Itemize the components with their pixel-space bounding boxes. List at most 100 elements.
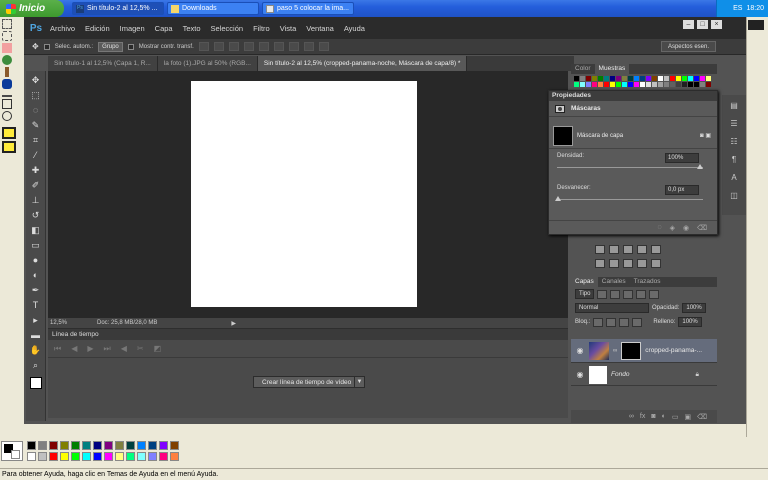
- brush-tool-icon[interactable]: ✐: [30, 179, 42, 191]
- swatch[interactable]: [622, 76, 627, 81]
- dodge-tool-icon[interactable]: ◐: [30, 269, 42, 281]
- menu-edicion[interactable]: Edición: [85, 24, 110, 33]
- pixel-mask-icon[interactable]: ◙ ▣: [700, 132, 711, 139]
- close-icon[interactable]: ×: [711, 20, 722, 29]
- split-icon[interactable]: ✂: [137, 344, 144, 353]
- highlight-icon[interactable]: [2, 127, 16, 139]
- swatch[interactable]: [688, 82, 693, 87]
- menu-ventana[interactable]: Ventana: [306, 24, 334, 33]
- eyedropper-tool-icon[interactable]: ⁄: [30, 149, 42, 161]
- blur-tool-icon[interactable]: ●: [30, 254, 42, 266]
- opacity-input[interactable]: 100%: [682, 303, 706, 313]
- swatch[interactable]: [628, 76, 633, 81]
- layer-item-cropped[interactable]: ◉ ∞ cropped-panama-...: [571, 339, 717, 363]
- apply-mask-icon[interactable]: ◈: [670, 224, 675, 232]
- align-bottom-icon[interactable]: [228, 42, 239, 51]
- status-arrow-icon[interactable]: ▶: [231, 320, 236, 327]
- fill-input[interactable]: 100%: [678, 317, 702, 327]
- palette-color-cell[interactable]: [159, 441, 168, 450]
- swatch[interactable]: [646, 76, 651, 81]
- paint-vertical-scrollbar[interactable]: [746, 17, 768, 437]
- delete-layer-icon[interactable]: ⌫: [697, 413, 707, 421]
- rectangle-icon[interactable]: [2, 99, 12, 109]
- type-filter-icon[interactable]: [623, 289, 634, 299]
- play-icon[interactable]: ▶: [87, 344, 93, 353]
- pencil-icon[interactable]: [5, 67, 9, 77]
- new-layer-icon[interactable]: ▣: [684, 413, 691, 421]
- swatch[interactable]: [664, 76, 669, 81]
- swatch[interactable]: [640, 82, 645, 87]
- taskbar-button-paint[interactable]: paso 5 colocar la ima...: [262, 2, 354, 15]
- next-frame-icon[interactable]: ⏭: [104, 344, 111, 354]
- feather-slider[interactable]: [557, 199, 703, 200]
- color-balance-icon[interactable]: [609, 259, 619, 268]
- palette-color-cell[interactable]: [82, 441, 91, 450]
- background-color[interactable]: [11, 450, 20, 459]
- create-video-timeline-button[interactable]: Crear línea de tiempo de vídeo: [253, 376, 361, 388]
- align-vcenter-icon[interactable]: [213, 42, 224, 51]
- swatch[interactable]: [646, 82, 651, 87]
- menu-ayuda[interactable]: Ayuda: [344, 24, 365, 33]
- adjust-icon[interactable]: ☰: [727, 119, 741, 131]
- palette-color-cell[interactable]: [82, 452, 91, 461]
- palette-color-cell[interactable]: [148, 452, 157, 461]
- menu-imagen[interactable]: Imagen: [120, 24, 145, 33]
- swatch[interactable]: [676, 82, 681, 87]
- palette-color-cell[interactable]: [170, 452, 179, 461]
- line-icon[interactable]: [2, 95, 12, 97]
- feather-input[interactable]: 0,0 px: [665, 185, 699, 195]
- swatch[interactable]: [700, 82, 705, 87]
- levels-icon[interactable]: [609, 245, 619, 254]
- align-left-icon[interactable]: [243, 42, 254, 51]
- palette-color-cell[interactable]: [137, 441, 146, 450]
- language-indicator[interactable]: ES: [733, 5, 742, 12]
- swatch[interactable]: [610, 82, 615, 87]
- pen-tool-icon[interactable]: ✒: [30, 284, 42, 296]
- tab-trazados[interactable]: Trazados: [630, 277, 665, 287]
- history-icon[interactable]: ▤: [727, 101, 741, 113]
- brightness-icon[interactable]: [595, 245, 605, 254]
- swatch[interactable]: [664, 82, 669, 87]
- document-canvas[interactable]: [191, 81, 417, 307]
- palette-color-cell[interactable]: [137, 452, 146, 461]
- blend-mode-dropdown[interactable]: Normal: [575, 303, 649, 313]
- visibility-icon[interactable]: ◉: [683, 224, 689, 232]
- palette-color-cell[interactable]: [71, 452, 80, 461]
- eraser-tool-icon[interactable]: ◧: [30, 224, 42, 236]
- transition-icon[interactable]: ◩: [154, 344, 162, 353]
- menu-vista[interactable]: Vista: [280, 24, 297, 33]
- palette-color-cell[interactable]: [159, 452, 168, 461]
- settings-icon[interactable]: ☷: [727, 137, 741, 149]
- color-swatch-icon[interactable]: [29, 377, 42, 389]
- show-transform-checkbox[interactable]: [127, 43, 134, 50]
- menu-filtro[interactable]: Filtro: [253, 24, 270, 33]
- swatch[interactable]: [580, 76, 585, 81]
- palette-color-cell[interactable]: [49, 441, 58, 450]
- palette-color-cell[interactable]: [126, 441, 135, 450]
- palette-color-cell[interactable]: [93, 441, 102, 450]
- link-icon[interactable]: ∞: [613, 348, 617, 354]
- swatch[interactable]: [574, 82, 579, 87]
- swatch[interactable]: [694, 76, 699, 81]
- swatch[interactable]: [706, 76, 711, 81]
- palette-color-cell[interactable]: [104, 441, 113, 450]
- text-icon[interactable]: A: [727, 173, 741, 185]
- lock-position-icon[interactable]: [619, 317, 630, 327]
- workspace-selector[interactable]: Aspectos esen.: [660, 41, 716, 52]
- visibility-eye-icon[interactable]: ◉: [575, 346, 585, 355]
- swatch[interactable]: [616, 82, 621, 87]
- palette-color-cell[interactable]: [170, 441, 179, 450]
- palette-color-cell[interactable]: [93, 452, 102, 461]
- fx-icon[interactable]: fx: [640, 413, 645, 420]
- density-input[interactable]: 100%: [665, 153, 699, 163]
- palette-color-cell[interactable]: [60, 441, 69, 450]
- swatch[interactable]: [676, 76, 681, 81]
- swatch[interactable]: [670, 76, 675, 81]
- taskbar-button-downloads[interactable]: Downloads: [167, 2, 259, 15]
- shape-filter-icon[interactable]: [636, 289, 647, 299]
- lasso-tool-icon[interactable]: ◌: [30, 104, 42, 116]
- add-mask-icon[interactable]: ◙: [651, 413, 655, 420]
- layer-item-fondo[interactable]: ◉ Fondo 🔒︎: [571, 364, 717, 386]
- swatch[interactable]: [586, 82, 591, 87]
- feather-slider-thumb[interactable]: [555, 196, 561, 201]
